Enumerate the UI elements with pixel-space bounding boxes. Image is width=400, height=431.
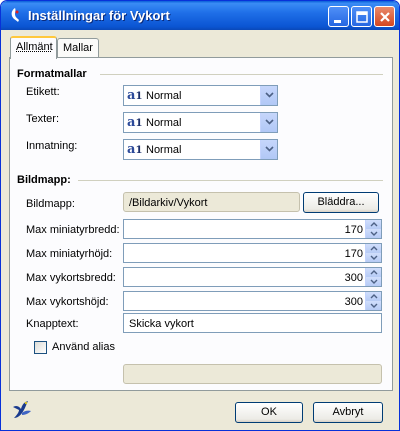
minimize-button[interactable]: [328, 6, 349, 27]
etikett-style-value: Normal: [146, 90, 182, 102]
use-alias-label: Använd alias: [52, 341, 115, 353]
ok-button[interactable]: OK: [235, 402, 303, 423]
texter-style-select[interactable]: a1 Normal: [123, 112, 278, 133]
max-thumb-height-value: 170: [344, 248, 363, 260]
alias-field: [123, 364, 382, 384]
dropdown-arrow-button[interactable]: [260, 140, 277, 159]
dropdown-arrow-button[interactable]: [260, 113, 277, 132]
paragraph-style-icon: a1: [127, 115, 143, 130]
max-card-width-label: Max vykortsbredd:: [26, 272, 116, 284]
settings-dialog: Inställningar för Vykort Allmänt Mallar: [0, 0, 400, 431]
chevron-down-icon: [265, 146, 274, 152]
spin-up-button[interactable]: [365, 220, 381, 229]
close-icon: [380, 12, 390, 22]
inmatning-label: Inmatning:: [26, 140, 78, 152]
inmatning-style-value: Normal: [146, 144, 182, 156]
chevron-up-icon: [370, 294, 378, 299]
browse-button[interactable]: Bläddra...: [303, 192, 379, 213]
max-thumb-width-stepper[interactable]: 170: [123, 219, 382, 239]
button-text-field[interactable]: Skicka vykort: [123, 313, 382, 333]
spin-up-button[interactable]: [365, 244, 381, 253]
spin-buttons: [365, 268, 381, 286]
chevron-down-icon: [265, 92, 274, 98]
tab-allmant[interactable]: Allmänt: [10, 36, 57, 59]
section-divider: [78, 180, 383, 181]
texter-style-value: Normal: [146, 117, 182, 129]
spin-down-button[interactable]: [365, 253, 381, 262]
minimize-icon: [334, 20, 341, 23]
tab-mallar[interactable]: Mallar: [57, 38, 99, 58]
etikett-label: Etikett:: [26, 86, 60, 98]
max-thumb-height-stepper[interactable]: 170: [123, 243, 382, 263]
spin-up-button[interactable]: [365, 268, 381, 277]
etikett-style-select[interactable]: a1 Normal: [123, 85, 278, 106]
max-card-width-value: 300: [344, 272, 363, 284]
bildmapp-path-field: /Bildarkiv/Vykort: [123, 192, 300, 212]
max-thumb-width-label: Max miniatyrbredd:: [26, 224, 120, 236]
max-card-height-stepper[interactable]: 300: [123, 291, 382, 311]
spin-down-button[interactable]: [365, 229, 381, 238]
chevron-up-icon: [370, 222, 378, 227]
max-thumb-width-value: 170: [344, 224, 363, 236]
use-alias-checkbox[interactable]: [34, 341, 47, 354]
texter-label: Texter:: [26, 113, 60, 125]
tab-label: Mallar: [63, 42, 93, 54]
openoffice-gull-icon: [13, 401, 31, 418]
tab-label: Allmänt: [16, 41, 53, 53]
max-thumb-height-label: Max miniatyrhöjd:: [26, 248, 113, 260]
close-button[interactable]: [374, 6, 395, 27]
spin-buttons: [365, 244, 381, 262]
max-card-height-value: 300: [344, 296, 363, 308]
max-card-height-label: Max vykortshöjd:: [26, 296, 109, 308]
section-title-bildmapp: Bildmapp:: [17, 174, 71, 186]
spin-buttons: [365, 292, 381, 310]
maximize-button[interactable]: [351, 6, 372, 27]
spin-buttons: [365, 220, 381, 238]
chevron-down-icon: [370, 303, 378, 308]
spin-down-button[interactable]: [365, 301, 381, 310]
bildmapp-label: Bildmapp:: [26, 198, 75, 210]
inmatning-style-select[interactable]: a1 Normal: [123, 139, 278, 160]
spin-down-button[interactable]: [365, 277, 381, 286]
app-icon: [11, 8, 19, 22]
button-text-value: Skicka vykort: [129, 318, 194, 330]
tab-panel: Formatmallar Etikett: a1 Normal Texter: …: [9, 57, 393, 391]
chevron-up-icon: [370, 246, 378, 251]
button-text-label: Knapptext:: [26, 318, 79, 330]
title-bar[interactable]: Inställningar för Vykort: [1, 1, 399, 30]
chevron-down-icon: [370, 255, 378, 260]
paragraph-style-icon: a1: [127, 142, 143, 157]
spin-up-button[interactable]: [365, 292, 381, 301]
dropdown-arrow-button[interactable]: [260, 86, 277, 105]
chevron-down-icon: [370, 231, 378, 236]
cancel-button[interactable]: Avbryt: [313, 402, 383, 423]
max-card-width-stepper[interactable]: 300: [123, 267, 382, 287]
section-title-formatmallar: Formatmallar: [17, 68, 87, 80]
chevron-up-icon: [370, 270, 378, 275]
paragraph-style-icon: a1: [127, 88, 143, 103]
section-divider: [100, 74, 383, 75]
bildmapp-path-value: /Bildarkiv/Vykort: [129, 197, 208, 209]
maximize-icon: [356, 11, 368, 23]
chevron-down-icon: [265, 119, 274, 125]
chevron-down-icon: [370, 279, 378, 284]
window-title: Inställningar för Vykort: [28, 8, 170, 23]
